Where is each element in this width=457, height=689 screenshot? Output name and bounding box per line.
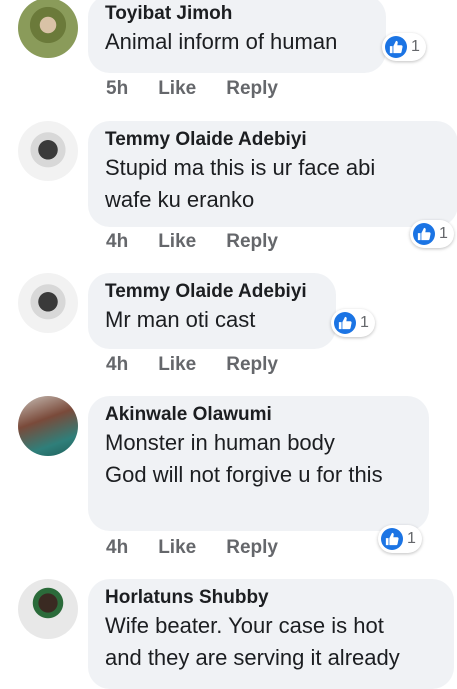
reply-button[interactable]: Reply (226, 354, 278, 376)
timestamp[interactable]: 4h (106, 537, 128, 559)
comment-bubble: Temmy Olaide Adebiyi Stupid ma this is u… (88, 121, 457, 227)
like-button[interactable]: Like (158, 537, 196, 559)
like-thumb-icon (334, 312, 356, 334)
timestamp[interactable]: 4h (106, 231, 128, 253)
reaction-count: 1 (407, 530, 416, 547)
comment-text-line-2: and they are serving it already (105, 645, 400, 670)
like-thumb-icon (385, 36, 407, 58)
comment-text-line-1: Monster in human body (105, 430, 335, 455)
reaction-count: 1 (360, 314, 369, 331)
avatar[interactable] (18, 0, 78, 58)
commenter-name[interactable]: Temmy Olaide Adebiyi (105, 129, 441, 151)
reaction-count: 1 (411, 38, 420, 55)
like-button[interactable]: Like (158, 78, 196, 100)
comment-text-line-2: God will not forgive u for this (105, 462, 383, 487)
comment-actions: 5h Like Reply (106, 78, 298, 100)
reply-button[interactable]: Reply (226, 537, 278, 559)
comment-bubble: Toyibat Jimoh Animal inform of human (88, 0, 386, 73)
commenter-name[interactable]: Akinwale Olawumi (105, 404, 412, 426)
reaction-summary[interactable]: 1 (331, 309, 375, 337)
reaction-count: 1 (439, 225, 448, 242)
avatar[interactable] (18, 579, 78, 639)
like-thumb-icon (413, 223, 435, 245)
comment-text: Mr man oti cast (105, 307, 256, 332)
comment-text-line-2: wafe ku eranko (105, 187, 255, 212)
comment-actions: 4h Like Reply (106, 354, 298, 376)
commenter-name[interactable]: Temmy Olaide Adebiyi (105, 281, 319, 303)
comment-text: Animal inform of human (105, 29, 338, 54)
avatar[interactable] (18, 121, 78, 181)
comment-text-line-1: Stupid ma this is ur face abi (105, 155, 376, 180)
reaction-summary[interactable]: 1 (382, 33, 426, 61)
comment-text-line-1: Wife beater. Your case is hot (105, 613, 384, 638)
timestamp[interactable]: 4h (106, 354, 128, 376)
reaction-summary[interactable]: 1 (410, 220, 454, 248)
reaction-summary[interactable]: 1 (378, 525, 422, 553)
like-thumb-icon (381, 528, 403, 550)
reply-button[interactable]: Reply (226, 78, 278, 100)
comment-bubble: Temmy Olaide Adebiyi Mr man oti cast (88, 273, 336, 349)
timestamp[interactable]: 5h (106, 78, 128, 100)
commenter-name[interactable]: Horlatuns Shubby (105, 587, 437, 609)
avatar[interactable] (18, 396, 78, 456)
comment-actions: 4h Like Reply (106, 231, 298, 253)
avatar[interactable] (18, 273, 78, 333)
comment-bubble: Akinwale Olawumi Monster in human body G… (88, 396, 429, 531)
like-button[interactable]: Like (158, 231, 196, 253)
like-button[interactable]: Like (158, 354, 196, 376)
commenter-name[interactable]: Toyibat Jimoh (105, 3, 369, 25)
reply-button[interactable]: Reply (226, 231, 278, 253)
comment-actions: 4h Like Reply (106, 537, 298, 559)
comment-bubble: Horlatuns Shubby Wife beater. Your case … (88, 579, 454, 689)
